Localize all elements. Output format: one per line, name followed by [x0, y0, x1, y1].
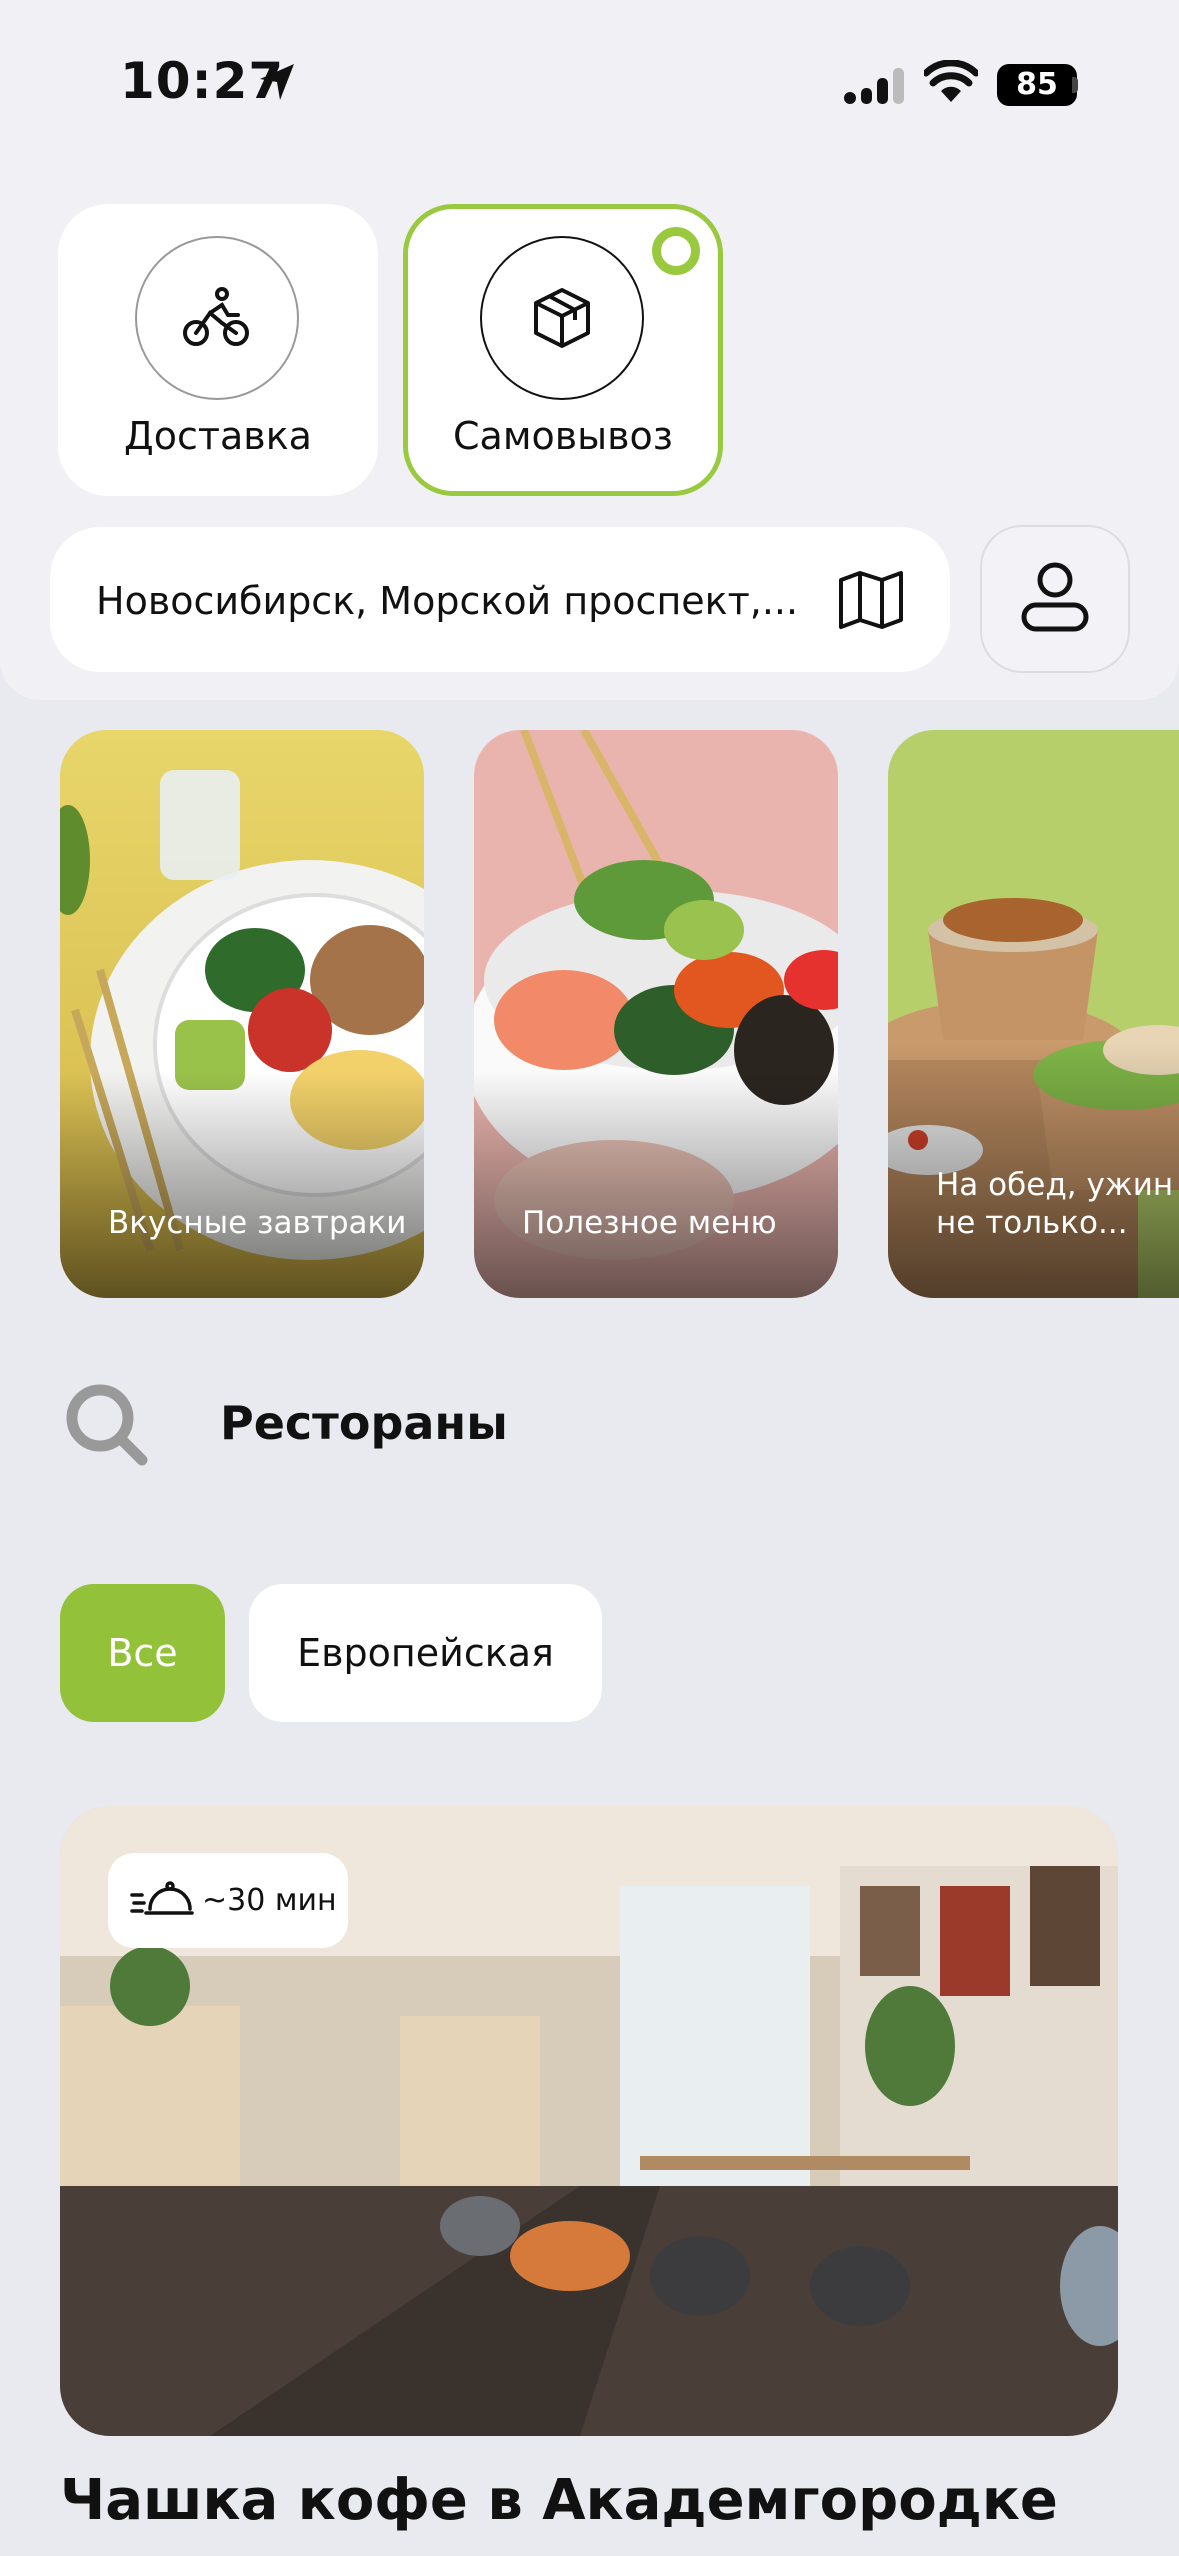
delivery-mode-label: Доставка [124, 414, 312, 458]
delivery-time-badge: ~30 мин [108, 1853, 348, 1948]
story-label: На обед, ужин и не только... [936, 1166, 1179, 1242]
section-title: Рестораны [220, 1396, 508, 1450]
story-label-line: не только... [936, 1205, 1128, 1241]
pickup-mode-card[interactable]: Самовывоз [403, 204, 723, 496]
address-text: Новосибирск, Морской проспект,... [96, 579, 799, 623]
story-healthy-menu[interactable]: Полезное меню [474, 730, 838, 1298]
user-icon [1020, 561, 1090, 637]
search-icon[interactable] [62, 1380, 152, 1474]
filter-chip-all[interactable]: Все [60, 1584, 225, 1722]
bicycle-courier-icon [135, 236, 299, 400]
battery-tip [1072, 77, 1078, 93]
wifi-icon [922, 59, 980, 108]
delivery-time-text: ~30 мин [202, 1883, 337, 1918]
pickup-mode-label: Самовывоз [453, 414, 673, 458]
story-breakfasts[interactable]: Вкусные завтраки [60, 730, 424, 1298]
restaurant-name[interactable]: Чашка кофе в Академгородке [60, 2468, 1058, 2533]
selected-indicator [652, 227, 700, 275]
profile-button[interactable] [980, 525, 1130, 673]
package-box-icon [480, 236, 644, 400]
location-arrow-icon [258, 62, 298, 106]
map-icon[interactable] [838, 570, 904, 634]
address-selector[interactable]: Новосибирск, Морской проспект,... [50, 527, 950, 672]
story-label-line: На обед, ужин и [936, 1167, 1179, 1203]
filter-chip-european[interactable]: Европейская [249, 1584, 602, 1722]
delivery-mode-card[interactable]: Доставка [58, 204, 378, 496]
battery-icon: 85 [997, 64, 1077, 106]
cellular-signal-icon [843, 68, 907, 110]
story-lunch-dinner[interactable]: На обед, ужин и не только... [888, 730, 1179, 1298]
story-label: Вкусные завтраки [108, 1205, 407, 1241]
cloche-icon [130, 1879, 194, 1923]
story-label: Полезное меню [522, 1205, 777, 1241]
